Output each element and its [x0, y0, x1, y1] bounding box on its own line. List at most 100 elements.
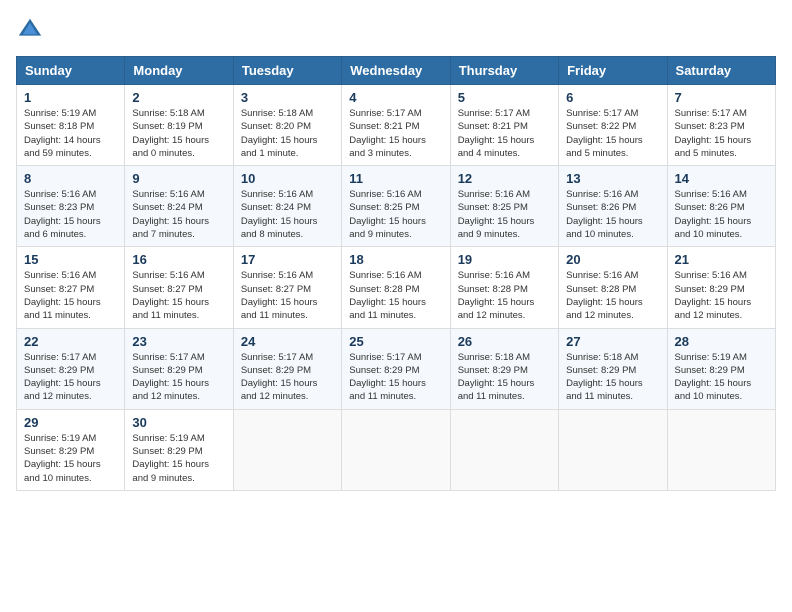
calendar-cell: 25 Sunrise: 5:17 AMSunset: 8:29 PMDayligh… [342, 328, 450, 409]
calendar-cell: 30 Sunrise: 5:19 AMSunset: 8:29 PMDayligh… [125, 409, 233, 490]
day-number: 20 [566, 252, 659, 267]
weekday-header-wednesday: Wednesday [342, 57, 450, 85]
calendar-cell: 8 Sunrise: 5:16 AMSunset: 8:23 PMDaylight… [17, 166, 125, 247]
day-number: 6 [566, 90, 659, 105]
day-number: 2 [132, 90, 225, 105]
calendar-cell: 2 Sunrise: 5:18 AMSunset: 8:19 PMDaylight… [125, 85, 233, 166]
calendar-cell: 18 Sunrise: 5:16 AMSunset: 8:28 PMDayligh… [342, 247, 450, 328]
day-number: 30 [132, 415, 225, 430]
day-number: 13 [566, 171, 659, 186]
day-info: Sunrise: 5:16 AMSunset: 8:27 PMDaylight:… [24, 269, 117, 322]
day-number: 8 [24, 171, 117, 186]
calendar-cell [342, 409, 450, 490]
calendar-cell: 24Sunrise: 5:17 AMSunset: 8:29 PMDayligh… [233, 328, 341, 409]
day-info: Sunrise: 5:16 AMSunset: 8:29 PMDaylight:… [675, 269, 768, 322]
calendar-cell: 22Sunrise: 5:17 AMSunset: 8:29 PMDayligh… [17, 328, 125, 409]
calendar-cell [667, 409, 775, 490]
day-number: 15 [24, 252, 117, 267]
calendar-cell: 1 Sunrise: 5:19 AMSunset: 8:18 PMDaylight… [17, 85, 125, 166]
day-info: Sunrise: 5:17 AMSunset: 8:22 PMDaylight:… [566, 107, 659, 160]
day-number: 12 [458, 171, 551, 186]
day-info: Sunrise: 5:16 AMSunset: 8:28 PMDaylight:… [349, 269, 442, 322]
calendar-table: SundayMondayTuesdayWednesdayThursdayFrid… [16, 56, 776, 491]
week-row-1: 1 Sunrise: 5:19 AMSunset: 8:18 PMDaylight… [17, 85, 776, 166]
day-info: Sunrise: 5:16 AMSunset: 8:26 PMDaylight:… [566, 188, 659, 241]
weekday-header-thursday: Thursday [450, 57, 558, 85]
day-info: Sunrise: 5:16 AMSunset: 8:28 PMDaylight:… [458, 269, 551, 322]
day-number: 14 [675, 171, 768, 186]
week-row-3: 15 Sunrise: 5:16 AMSunset: 8:27 PMDayligh… [17, 247, 776, 328]
day-number: 28 [675, 334, 768, 349]
day-info: Sunrise: 5:17 AMSunset: 8:23 PMDaylight:… [675, 107, 768, 160]
day-info: Sunrise: 5:16 AMSunset: 8:25 PMDaylight:… [349, 188, 442, 241]
day-info: Sunrise: 5:17 AMSunset: 8:29 PMDaylight:… [349, 351, 442, 404]
calendar-cell: 19 Sunrise: 5:16 AMSunset: 8:28 PMDayligh… [450, 247, 558, 328]
day-info: Sunrise: 5:16 AMSunset: 8:24 PMDaylight:… [241, 188, 334, 241]
day-number: 26 [458, 334, 551, 349]
week-row-5: 29 Sunrise: 5:19 AMSunset: 8:29 PMDayligh… [17, 409, 776, 490]
calendar-cell: 12 Sunrise: 5:16 AMSunset: 8:25 PMDayligh… [450, 166, 558, 247]
calendar-cell: 23 Sunrise: 5:17 AMSunset: 8:29 PMDayligh… [125, 328, 233, 409]
day-info: Sunrise: 5:17 AMSunset: 8:21 PMDaylight:… [458, 107, 551, 160]
calendar-cell: 15 Sunrise: 5:16 AMSunset: 8:27 PMDayligh… [17, 247, 125, 328]
day-info: Sunrise: 5:19 AMSunset: 8:29 PMDaylight:… [24, 432, 117, 485]
calendar-cell [233, 409, 341, 490]
day-number: 29 [24, 415, 117, 430]
calendar-cell: 7 Sunrise: 5:17 AMSunset: 8:23 PMDaylight… [667, 85, 775, 166]
logo-icon [16, 16, 44, 44]
calendar-cell: 17Sunrise: 5:16 AMSunset: 8:27 PMDayligh… [233, 247, 341, 328]
calendar-cell: 21 Sunrise: 5:16 AMSunset: 8:29 PMDayligh… [667, 247, 775, 328]
day-number: 21 [675, 252, 768, 267]
day-number: 19 [458, 252, 551, 267]
day-info: Sunrise: 5:18 AMSunset: 8:20 PMDaylight:… [241, 107, 334, 160]
calendar-cell: 6 Sunrise: 5:17 AMSunset: 8:22 PMDaylight… [559, 85, 667, 166]
weekday-header-saturday: Saturday [667, 57, 775, 85]
calendar-cell: 5 Sunrise: 5:17 AMSunset: 8:21 PMDaylight… [450, 85, 558, 166]
day-info: Sunrise: 5:19 AMSunset: 8:29 PMDaylight:… [132, 432, 225, 485]
day-info: Sunrise: 5:18 AMSunset: 8:29 PMDaylight:… [458, 351, 551, 404]
calendar-cell: 14Sunrise: 5:16 AMSunset: 8:26 PMDayligh… [667, 166, 775, 247]
day-info: Sunrise: 5:16 AMSunset: 8:27 PMDaylight:… [132, 269, 225, 322]
day-info: Sunrise: 5:17 AMSunset: 8:29 PMDaylight:… [24, 351, 117, 404]
day-number: 17 [241, 252, 334, 267]
day-number: 9 [132, 171, 225, 186]
calendar-cell: 16 Sunrise: 5:16 AMSunset: 8:27 PMDayligh… [125, 247, 233, 328]
day-info: Sunrise: 5:19 AMSunset: 8:29 PMDaylight:… [675, 351, 768, 404]
day-info: Sunrise: 5:19 AMSunset: 8:18 PMDaylight:… [24, 107, 117, 160]
calendar-cell: 28 Sunrise: 5:19 AMSunset: 8:29 PMDayligh… [667, 328, 775, 409]
day-number: 1 [24, 90, 117, 105]
calendar-cell: 10 Sunrise: 5:16 AMSunset: 8:24 PMDayligh… [233, 166, 341, 247]
week-row-4: 22Sunrise: 5:17 AMSunset: 8:29 PMDayligh… [17, 328, 776, 409]
calendar-cell: 11Sunrise: 5:16 AMSunset: 8:25 PMDayligh… [342, 166, 450, 247]
day-info: Sunrise: 5:17 AMSunset: 8:29 PMDaylight:… [132, 351, 225, 404]
day-number: 5 [458, 90, 551, 105]
calendar-header-row: SundayMondayTuesdayWednesdayThursdayFrid… [17, 57, 776, 85]
day-info: Sunrise: 5:16 AMSunset: 8:23 PMDaylight:… [24, 188, 117, 241]
weekday-header-tuesday: Tuesday [233, 57, 341, 85]
day-number: 18 [349, 252, 442, 267]
day-number: 25 [349, 334, 442, 349]
weekday-header-monday: Monday [125, 57, 233, 85]
day-info: Sunrise: 5:16 AMSunset: 8:25 PMDaylight:… [458, 188, 551, 241]
calendar-cell: 27Sunrise: 5:18 AMSunset: 8:29 PMDayligh… [559, 328, 667, 409]
calendar-cell [559, 409, 667, 490]
logo [16, 16, 48, 44]
calendar-cell: 4 Sunrise: 5:17 AMSunset: 8:21 PMDaylight… [342, 85, 450, 166]
day-info: Sunrise: 5:16 AMSunset: 8:28 PMDaylight:… [566, 269, 659, 322]
calendar-cell: 26 Sunrise: 5:18 AMSunset: 8:29 PMDayligh… [450, 328, 558, 409]
day-number: 16 [132, 252, 225, 267]
day-info: Sunrise: 5:16 AMSunset: 8:24 PMDaylight:… [132, 188, 225, 241]
weekday-header-sunday: Sunday [17, 57, 125, 85]
day-number: 10 [241, 171, 334, 186]
calendar-cell: 29 Sunrise: 5:19 AMSunset: 8:29 PMDayligh… [17, 409, 125, 490]
day-number: 23 [132, 334, 225, 349]
calendar-cell: 3Sunrise: 5:18 AMSunset: 8:20 PMDaylight… [233, 85, 341, 166]
day-info: Sunrise: 5:17 AMSunset: 8:21 PMDaylight:… [349, 107, 442, 160]
day-number: 4 [349, 90, 442, 105]
day-number: 7 [675, 90, 768, 105]
calendar-cell: 20 Sunrise: 5:16 AMSunset: 8:28 PMDayligh… [559, 247, 667, 328]
page-header [16, 16, 776, 44]
day-info: Sunrise: 5:18 AMSunset: 8:19 PMDaylight:… [132, 107, 225, 160]
week-row-2: 8 Sunrise: 5:16 AMSunset: 8:23 PMDaylight… [17, 166, 776, 247]
weekday-header-friday: Friday [559, 57, 667, 85]
